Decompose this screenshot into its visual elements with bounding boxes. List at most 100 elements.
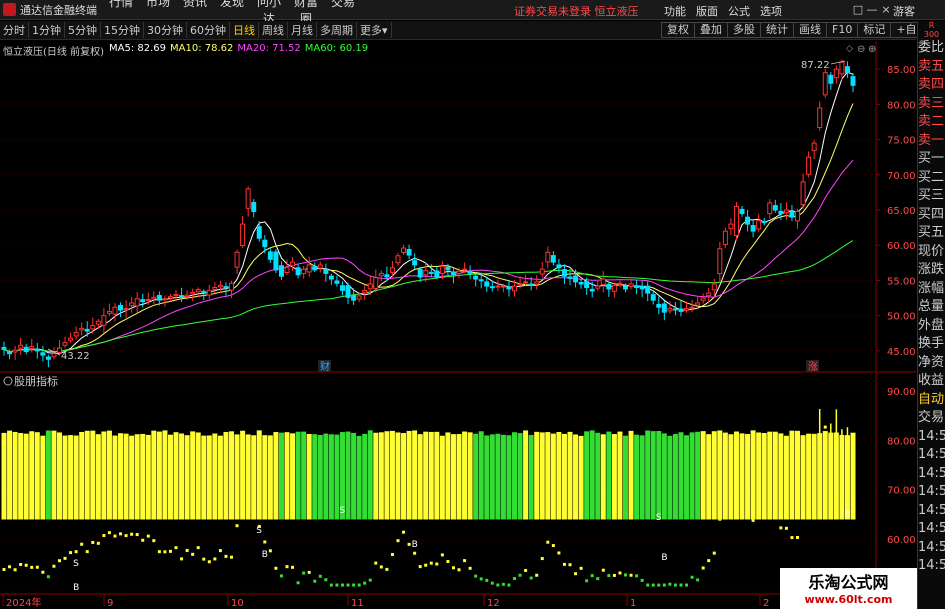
- oscillator-dot: [402, 530, 406, 534]
- oscillator-dot: [779, 526, 783, 530]
- indicator-column: [151, 430, 157, 520]
- indicator-column: [428, 431, 434, 520]
- oscillator-dot: [368, 578, 372, 582]
- indicator-column: [462, 431, 468, 520]
- panel-buy5: 买五: [918, 225, 945, 240]
- indicator-column: [256, 430, 262, 520]
- quote-panel: R 300 委比 卖五 卖四 卖三 卖二 卖一 买一 买二 买三 买四 买五 现…: [917, 21, 945, 609]
- candle-down: [345, 285, 351, 298]
- settings-icon[interactable]: ◇: [846, 44, 853, 54]
- candle-up: [167, 296, 173, 299]
- candle-up: [733, 206, 739, 236]
- oscillator-dot: [196, 546, 200, 550]
- candle-down: [656, 303, 662, 308]
- indicator-collapse-icon[interactable]: [3, 376, 13, 386]
- candle-down: [118, 304, 124, 311]
- indicator-column: [695, 431, 701, 520]
- indicator-column: [140, 433, 146, 520]
- indicator-column: [278, 432, 284, 520]
- candle-down: [351, 294, 357, 301]
- indicator-column: [301, 431, 307, 520]
- oscillator-dot: [291, 565, 295, 569]
- oscillator-dot: [407, 542, 411, 546]
- candle-up: [362, 289, 368, 294]
- candle-down: [23, 346, 29, 353]
- candle-up: [423, 270, 429, 276]
- oscillator-dot: [124, 534, 128, 538]
- indicator-column: [645, 430, 651, 520]
- candle-down: [484, 281, 490, 287]
- indicator-column: [112, 435, 118, 520]
- indicator-column: [328, 434, 334, 520]
- indicator-column: [118, 433, 124, 520]
- indicator-column: [600, 434, 606, 520]
- date-tick-label: 12: [487, 598, 500, 609]
- indicator-column: [622, 435, 628, 520]
- oscillator-dot: [285, 565, 289, 569]
- candle-up: [173, 294, 179, 297]
- zhang-badge[interactable]: 涨: [808, 361, 818, 373]
- indicator-column: [234, 434, 240, 520]
- indicator-column: [528, 434, 534, 520]
- oscillator-dot: [612, 573, 616, 577]
- oscillator-dot: [313, 579, 317, 583]
- oscillator-dot: [263, 540, 267, 544]
- oscillator-dot: [784, 526, 788, 530]
- candle-down: [428, 271, 434, 274]
- candle-up: [628, 283, 634, 287]
- indicator-column: [223, 432, 229, 520]
- candle-up: [29, 346, 35, 350]
- oscillator-dot: [446, 559, 450, 563]
- indicator-column: [123, 433, 129, 520]
- price-tick-label: 85.00: [887, 65, 916, 76]
- date-tick-label: 2024年: [6, 596, 41, 609]
- oscillator-dot: [712, 551, 716, 555]
- date-tick-label: 2: [763, 598, 769, 609]
- oscillator-dot: [130, 532, 134, 536]
- panel-buy2: 买二: [918, 169, 945, 185]
- indicator-column: [406, 430, 412, 520]
- oscillator-dot: [585, 579, 589, 583]
- oscillator-dot: [19, 562, 23, 566]
- date-tick-label: 9: [107, 598, 113, 609]
- indicator-column: [500, 434, 506, 520]
- oscillator-dot: [52, 564, 56, 568]
- candle-down: [561, 269, 567, 277]
- oscillator-dot: [46, 575, 50, 579]
- candle-down: [384, 274, 390, 278]
- oscillator-dot: [246, 458, 250, 462]
- oscillator-dot: [701, 566, 705, 570]
- cai-badge[interactable]: 财: [320, 360, 330, 373]
- oscillator-dot: [557, 551, 561, 555]
- oscillator-dot: [629, 573, 633, 577]
- indicator-column: [672, 434, 678, 520]
- panel-auto[interactable]: 自动: [918, 391, 945, 410]
- indicator-panel: S B S B S B S B B: [1, 408, 856, 593]
- candle-down: [750, 225, 756, 232]
- indicator-column: [450, 434, 456, 520]
- indicator-column: [584, 431, 590, 520]
- zoom-in-icon[interactable]: ⊕: [868, 44, 876, 55]
- panel-volume: 总量: [918, 299, 945, 314]
- candle-up: [767, 202, 773, 215]
- candle-down: [467, 271, 473, 274]
- oscillator-dot: [13, 568, 17, 572]
- oscillator-dot: [24, 563, 28, 567]
- oscillator-dot: [279, 574, 283, 578]
- candle-up: [151, 296, 157, 300]
- panel-trade: 交易: [918, 410, 945, 425]
- oscillator-dot: [157, 550, 161, 554]
- indicator-column: [495, 433, 501, 520]
- indicator-column: [212, 433, 218, 520]
- indicator-column: [445, 432, 451, 520]
- oscillator-dot: [185, 548, 189, 552]
- candle-down: [506, 286, 512, 290]
- kline-chart[interactable]: 45.00 50.00 55.00 60.00 65.00 70.00 75.00 80.00…: [0, 0, 917, 609]
- panel-time: 14:56: [918, 428, 945, 444]
- candle-up: [611, 284, 617, 292]
- zoom-icon[interactable]: ⊖: [857, 44, 865, 55]
- indicator-column: [73, 435, 79, 520]
- indicator-column: [811, 433, 817, 520]
- oscillator-dot: [207, 560, 211, 564]
- candle-down: [1, 346, 7, 350]
